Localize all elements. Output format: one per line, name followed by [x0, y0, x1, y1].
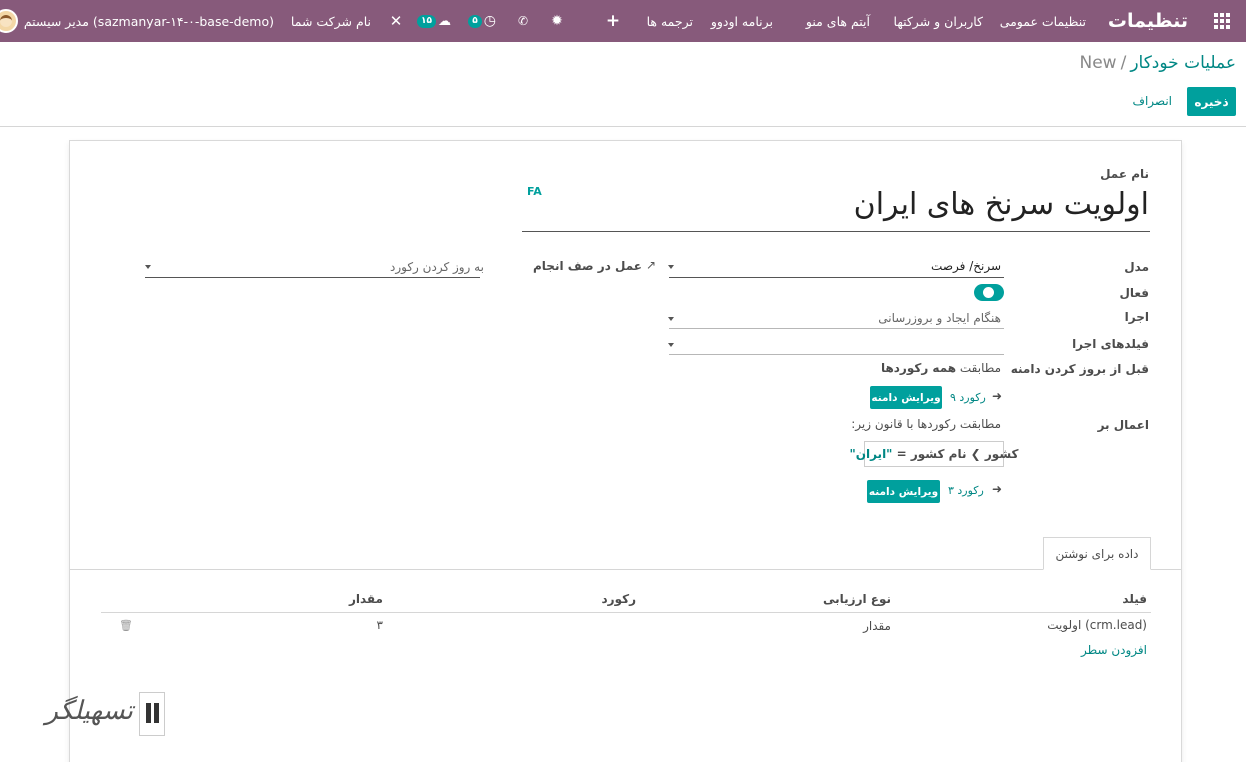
- model-underline: [669, 277, 1004, 278]
- tabs-divider: [70, 569, 1181, 570]
- domain-rule-box[interactable]: کشور ❯ نام کشور = "ایران": [849, 441, 1019, 467]
- top-navbar: تنظیمات تنظیمات عمومی کاربران و شرکتها آ…: [0, 0, 1246, 42]
- activity-menu[interactable]: ۵ ◷: [466, 0, 496, 42]
- trash-icon[interactable]: 🗑: [119, 619, 133, 632]
- pre-domain-text-bold: همه رکوردها: [880, 361, 957, 375]
- watermark-logo: تسهیلگر: [20, 692, 165, 738]
- tab-values-to-write[interactable]: داده برای نوشتن: [1043, 537, 1151, 570]
- messaging-menu[interactable]: ۱۵ ☁: [415, 0, 451, 42]
- model-label: مدل: [1124, 260, 1149, 274]
- save-button[interactable]: ذخیره: [1187, 87, 1236, 116]
- apply-on-text: مطابقت رکوردها با قانون زیر:: [851, 417, 1001, 431]
- trigger-underline: [669, 328, 1004, 329]
- cell-eval-type[interactable]: مقدار: [863, 619, 891, 633]
- breadcrumb: عملیات خودکار/New: [1080, 53, 1237, 73]
- domain-path: کشور ❯ نام کشور: [910, 447, 1019, 461]
- header-field[interactable]: فیلد: [1122, 592, 1147, 606]
- watermark-mark-icon: [139, 692, 165, 736]
- trigger-label: اجرا: [1124, 310, 1149, 324]
- avatar: [0, 9, 18, 33]
- name-input[interactable]: اولویت سرنخ های ایران: [854, 187, 1149, 222]
- plus-icon[interactable]: +: [606, 0, 620, 42]
- header-record[interactable]: رکورد: [602, 592, 636, 606]
- header-value[interactable]: مقدار: [349, 592, 383, 606]
- chat-icon: ☁: [438, 13, 451, 29]
- edit-domain-button[interactable]: ویرایش دامنه: [867, 480, 940, 503]
- apps-grid-icon[interactable]: [1214, 0, 1232, 42]
- user-menu[interactable]: مدیر سیستم (sazmanyar-۱۴-۰-base-demo): [0, 0, 274, 42]
- clock-icon: ◷: [483, 13, 496, 29]
- cell-value[interactable]: ۳: [377, 618, 383, 632]
- messages-count-badge: ۱۵: [417, 14, 436, 28]
- name-input-underline: [522, 231, 1150, 232]
- apply-count-link[interactable]: ۳ رکورد: [948, 484, 984, 497]
- action-type-underline: [145, 277, 480, 278]
- pre-domain-text: مطابقت همه رکوردها: [881, 361, 1001, 375]
- action-type-caret-icon[interactable]: [145, 265, 151, 269]
- arrow-right-icon: ➜: [992, 482, 1003, 496]
- pre-domain-label: قبل از بروز کردن دامنه: [1010, 362, 1149, 376]
- menu-odoo-apps[interactable]: برنامه اودوو: [711, 0, 773, 42]
- edit-pre-domain-button[interactable]: ویرایش دامنه: [870, 386, 942, 409]
- model-select[interactable]: سرنخ/ فرصت: [931, 259, 1001, 273]
- action-label: عمل در صف انجام: [533, 259, 643, 273]
- pre-domain-count-link[interactable]: ۹ رکورد: [950, 391, 986, 404]
- menu-translations[interactable]: ترجمه ها: [647, 0, 693, 42]
- discard-button[interactable]: انصراف: [1133, 87, 1172, 116]
- trigger-select[interactable]: هنگام ایجاد و بروزرسانی: [878, 311, 1001, 325]
- trigger-dropdown-caret-icon[interactable]: [668, 317, 674, 321]
- trigger-fields-caret-icon[interactable]: [668, 343, 674, 347]
- cell-field[interactable]: اولویت (crm.lead): [1047, 618, 1147, 632]
- header-eval-type[interactable]: نوع ارزیابی: [823, 592, 891, 606]
- add-line-link[interactable]: افزودن سطر: [1081, 643, 1147, 657]
- menu-menu-items[interactable]: آیتم های منو: [806, 0, 870, 42]
- language-badge[interactable]: FA: [527, 185, 542, 198]
- breadcrumb-separator: /: [1120, 53, 1127, 73]
- external-link-icon[interactable]: ↗: [646, 258, 656, 272]
- model-dropdown-caret-icon[interactable]: [668, 265, 674, 269]
- breadcrumb-current: New: [1079, 53, 1117, 73]
- watermark-script: تسهیلگر: [45, 696, 133, 726]
- name-label: نام عمل: [1100, 167, 1149, 181]
- arrow-right-icon: ➜: [992, 389, 1003, 403]
- menu-users-companies[interactable]: کاربران و شرکتها: [894, 0, 983, 42]
- active-toggle[interactable]: [974, 284, 1004, 301]
- bug-icon[interactable]: ✹: [549, 0, 565, 42]
- action-type-select[interactable]: به روز کردن رکورد: [390, 260, 484, 274]
- menu-general-settings[interactable]: تنظیمات عمومی: [1000, 0, 1086, 42]
- phone-icon[interactable]: ✆: [516, 0, 530, 42]
- app-title[interactable]: تنظیمات: [1108, 0, 1188, 42]
- activity-count-badge: ۵: [468, 14, 482, 28]
- tools-icon[interactable]: ✕: [389, 0, 403, 42]
- company-switcher[interactable]: نام شرکت شما: [291, 0, 371, 42]
- apply-on-label: اعمال بر: [1097, 418, 1149, 432]
- active-label: فعال: [1119, 286, 1149, 300]
- control-panel-divider: [0, 126, 1246, 127]
- user-name: مدیر سیستم (sazmanyar-۱۴-۰-base-demo): [23, 13, 274, 29]
- table-header-divider: [101, 612, 1151, 613]
- domain-value: "ایران": [849, 447, 893, 461]
- trigger-fields-underline: [669, 354, 1004, 355]
- trigger-fields-label: فیلدهای اجرا: [1072, 337, 1149, 351]
- form-sheet: نام عمل FA اولویت سرنخ های ایران مدل فعا…: [69, 140, 1182, 762]
- breadcrumb-parent[interactable]: عملیات خودکار: [1130, 53, 1236, 73]
- domain-operator: =: [896, 447, 907, 461]
- pre-domain-text-normal: مطابقت: [956, 361, 1001, 375]
